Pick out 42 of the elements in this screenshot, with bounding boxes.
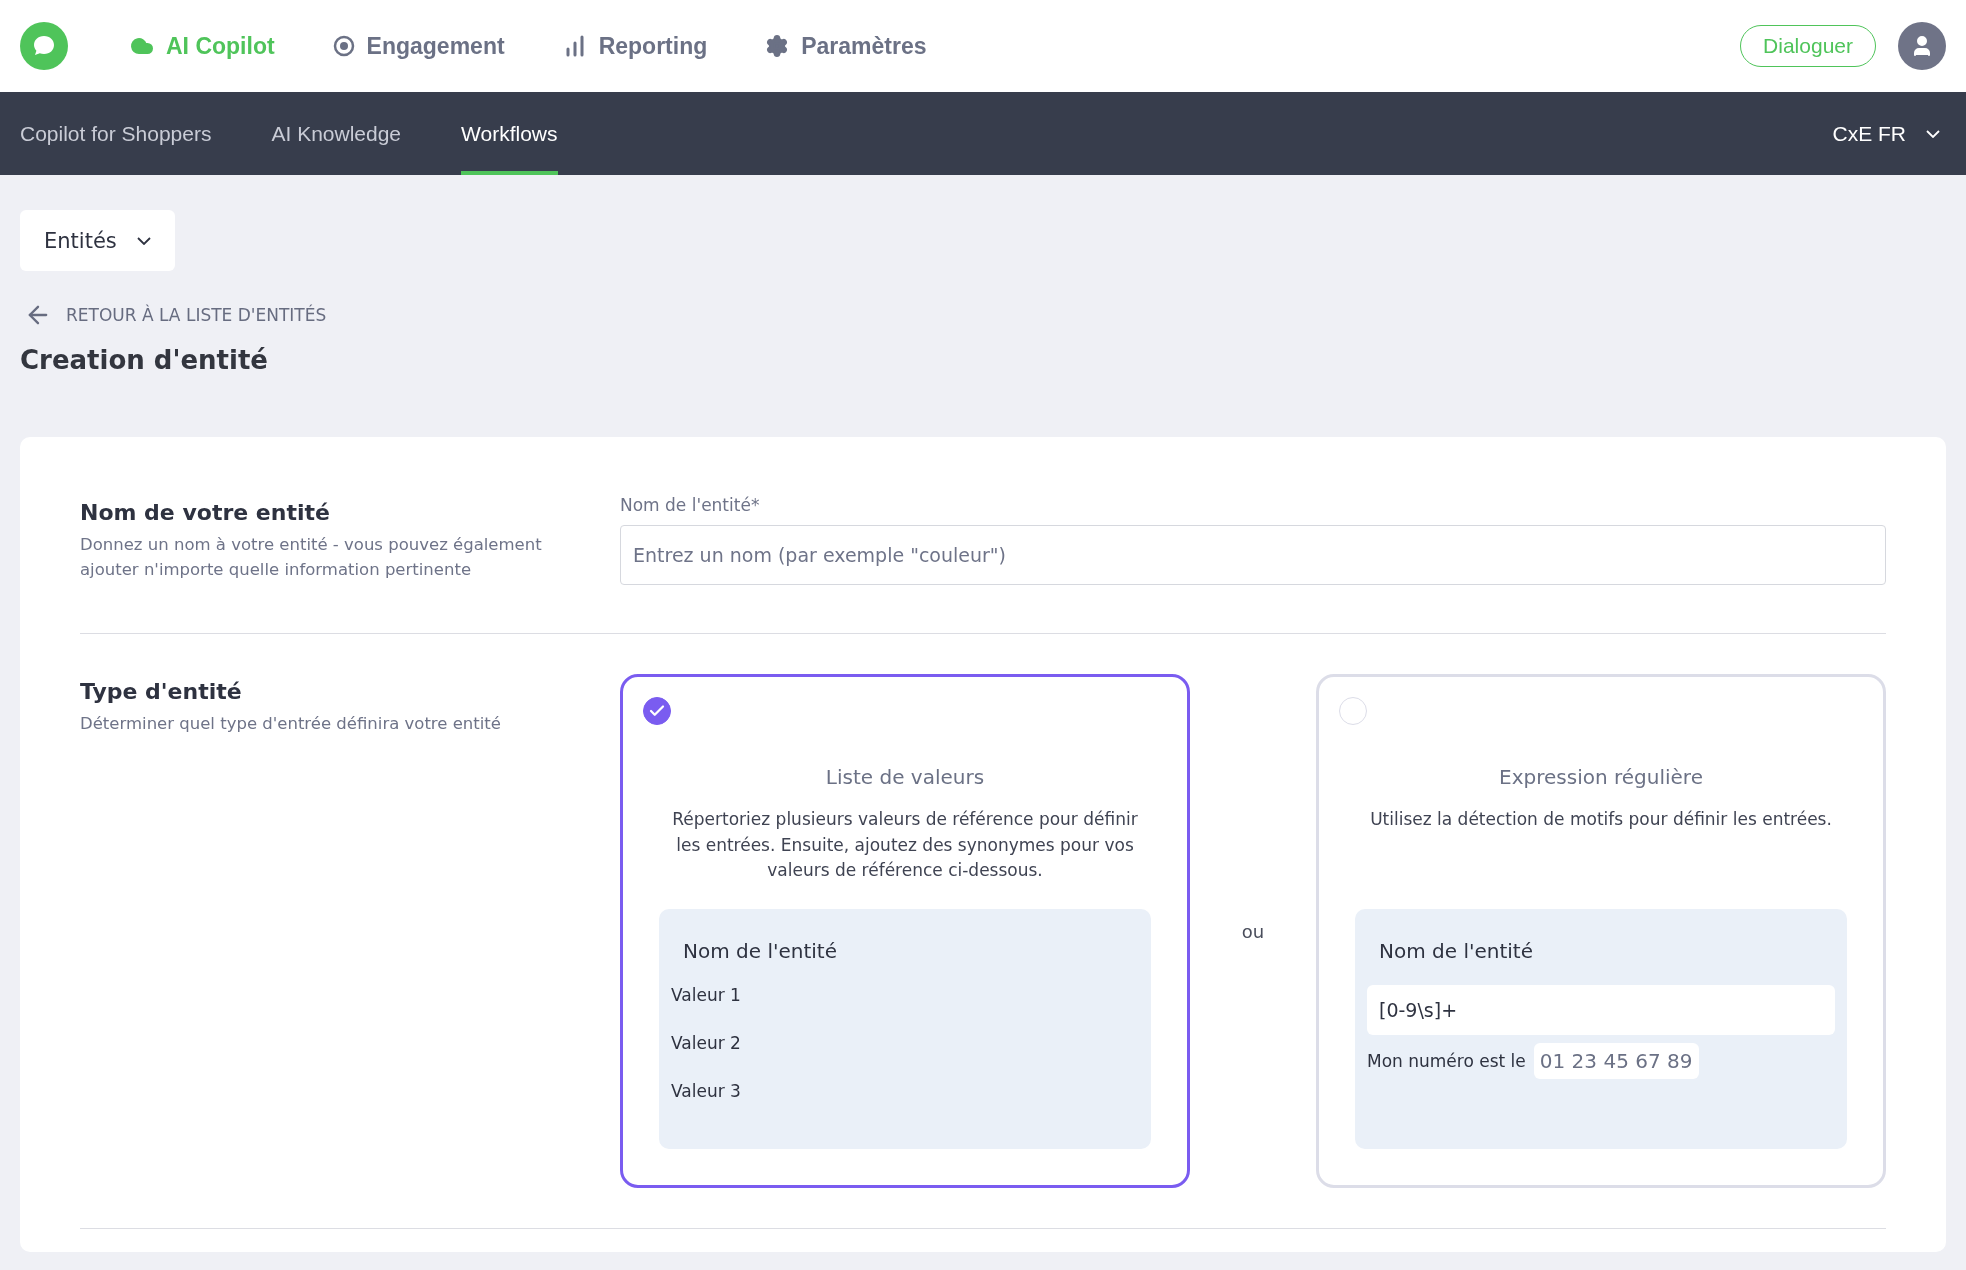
entity-name-field[interactable]: Entrez un nom (par exemple "couleur") (620, 525, 1886, 585)
nav-label: AI Copilot (166, 32, 275, 60)
nav-item[interactable]: Engagement (332, 32, 505, 60)
target-icon (332, 35, 355, 57)
section-description: Donnez un nom à votre entité - vous pouvez également ajouter n'importe quelle information pertinente (80, 534, 543, 581)
field-label: Nom de l'entité* (620, 495, 761, 515)
back-link[interactable]: RETOUR À LA LISTE D'ENTITÉS (20, 301, 1946, 329)
option-title: Liste de valeurs (825, 765, 985, 789)
pattern-field: [0-9\s]+ (1367, 985, 1835, 1035)
section-title: Nom de votre entité (80, 500, 331, 525)
chevron-down-icon (1926, 129, 1940, 138)
sample-value: 01 23 45 67 89 (1533, 1043, 1699, 1079)
section-title: Type d'entité (80, 679, 243, 704)
nav-item[interactable]: Paramètres (765, 32, 927, 60)
option-description: Utilisez la détection de motifs pour définir les entrées. (1370, 808, 1832, 831)
example-title: Nom de l'entité (682, 939, 838, 963)
option-description: Répertoriez plusieurs valeurs de référence pour définir les entrées. Ensuite, ajoutez des synonymes pour vos valeurs de référence ci-dessous. (671, 808, 1139, 882)
settings-icon (765, 34, 790, 58)
nav-item[interactable]: Reporting (562, 32, 708, 60)
entity-type-option[interactable]: Expression régulière Utilisez la détection de motifs pour définir les entrées. Nom de l'entité [0-9\s]+ Mon numéro est le 01 23 45 67 89 (1316, 674, 1886, 1188)
option-title: Expression régulière (1499, 765, 1703, 789)
sample-label: Mon numéro est le (1367, 1051, 1526, 1071)
example-title: Nom de l'entité (1378, 939, 1534, 963)
nav-label: Paramètres (801, 32, 927, 60)
page-title: Creation d'entité (20, 345, 269, 375)
separator-text: ou (1240, 919, 1266, 944)
tab[interactable]: Copilot for Shoppers (20, 92, 212, 175)
avatar[interactable] (1898, 22, 1946, 70)
nav-label: Engagement (366, 32, 505, 60)
nav-label: Reporting (598, 32, 708, 60)
example-value: Valeur 1 (671, 985, 742, 1005)
example-value: Valeur 3 (671, 1081, 742, 1101)
entity-dropdown[interactable]: Entités (20, 210, 175, 271)
workspace-selector[interactable]: CxE FR (1826, 92, 1946, 175)
tab[interactable]: Workflows (461, 92, 558, 175)
section-description: Déterminer quel type d'entrée définira votre entité (80, 713, 502, 735)
example-value: Valeur 2 (671, 1033, 742, 1053)
chevron-down-icon (136, 236, 151, 245)
tab[interactable]: AI Knowledge (271, 92, 402, 175)
radio-button[interactable] (643, 697, 671, 725)
back-link-label: RETOUR À LA LISTE D'ENTITÉS (66, 305, 327, 325)
entity-type-option[interactable] (620, 674, 1190, 1188)
